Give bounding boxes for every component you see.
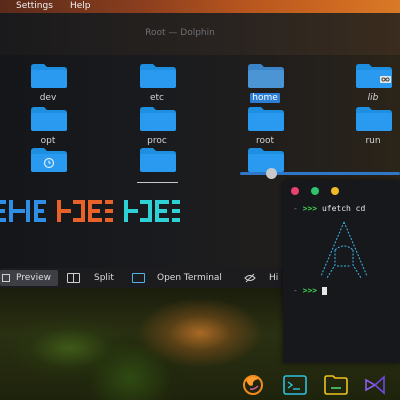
file-manager-icon[interactable] (323, 374, 349, 396)
menu-bar: Settings Help (0, 0, 400, 13)
folder-icon (31, 64, 67, 88)
window-titlebar[interactable]: Root — Dolphin (0, 13, 400, 55)
menu-settings[interactable]: Settings (16, 0, 53, 13)
terminal-app-icon[interactable] (282, 374, 308, 396)
terminal-line: - >>> (293, 286, 327, 295)
folder-label: etc (149, 93, 164, 103)
folder-label: dev (39, 93, 57, 103)
folder-icon (356, 107, 392, 131)
folder-clock-icon (31, 148, 67, 172)
terminal-command: ufetch cd (321, 204, 366, 213)
folder-run[interactable]: run (342, 106, 400, 154)
folder-icon (248, 148, 284, 172)
glitch-graphic-blue (0, 200, 46, 222)
prompt-arrows: >>> (302, 204, 318, 213)
preview-button[interactable]: Preview (0, 270, 58, 286)
maximize-button[interactable] (311, 187, 319, 195)
show-hidden-label: Hi (269, 273, 279, 283)
open-terminal-label: Open Terminal (157, 273, 222, 283)
open-terminal-button[interactable]: Open Terminal (130, 268, 232, 288)
prompt-dash: - (293, 286, 298, 295)
folder-lib[interactable]: lib (342, 63, 400, 111)
preview-icon (2, 274, 10, 282)
dolphin-toolbar: Preview Split Open Terminal Hi (0, 268, 290, 288)
desktop: Settings Help Root — Dolphin dev etc hom… (0, 0, 400, 400)
folder-link-icon (356, 64, 392, 88)
folder-icon (31, 107, 67, 131)
glitch-graphic-cyan (124, 200, 180, 222)
zoom-slider[interactable] (240, 172, 400, 175)
zoom-slider-handle[interactable] (266, 168, 277, 179)
folder-temp[interactable] (17, 147, 79, 195)
menu-help[interactable]: Help (70, 0, 91, 13)
glitch-graphic-orange (57, 200, 113, 222)
folder-label: lib (367, 93, 379, 103)
arch-logo-icon (320, 221, 368, 279)
terminal-line: - >>> ufetch cd (293, 204, 365, 213)
folder-icon (140, 64, 176, 88)
split-label: Split (94, 273, 114, 283)
folder-label: opt (40, 136, 56, 146)
folder-icon (140, 148, 176, 172)
divider (137, 182, 178, 183)
folder-label: proc (147, 136, 167, 146)
visual-studio-icon[interactable] (362, 374, 388, 396)
split-button[interactable]: Split (67, 268, 122, 288)
eye-slash-icon (244, 272, 256, 284)
folder-etc[interactable]: etc (126, 63, 188, 111)
folder-label: run (365, 136, 381, 146)
folder-icon (140, 107, 176, 131)
split-view-icon (67, 273, 80, 283)
folder-unnamed[interactable] (126, 147, 188, 195)
minimize-button[interactable] (331, 187, 339, 195)
folder-label: root (255, 136, 275, 146)
folder-label: home (250, 93, 280, 103)
window-title: Root — Dolphin (145, 28, 215, 38)
terminal-window[interactable]: - >>> ufetch cd - >>> (283, 180, 400, 363)
folder-icon (248, 107, 284, 131)
folder-dev[interactable]: dev (17, 63, 79, 111)
preview-label: Preview (16, 273, 52, 283)
prompt-dash: - (293, 204, 298, 213)
terminal-icon (132, 273, 145, 283)
terminal-cursor (321, 286, 327, 295)
prompt-arrows: >>> (302, 286, 318, 295)
firefox-icon[interactable] (240, 374, 266, 396)
close-button[interactable] (291, 187, 299, 195)
folder-home[interactable]: home (234, 63, 296, 111)
folder-icon (248, 64, 284, 88)
